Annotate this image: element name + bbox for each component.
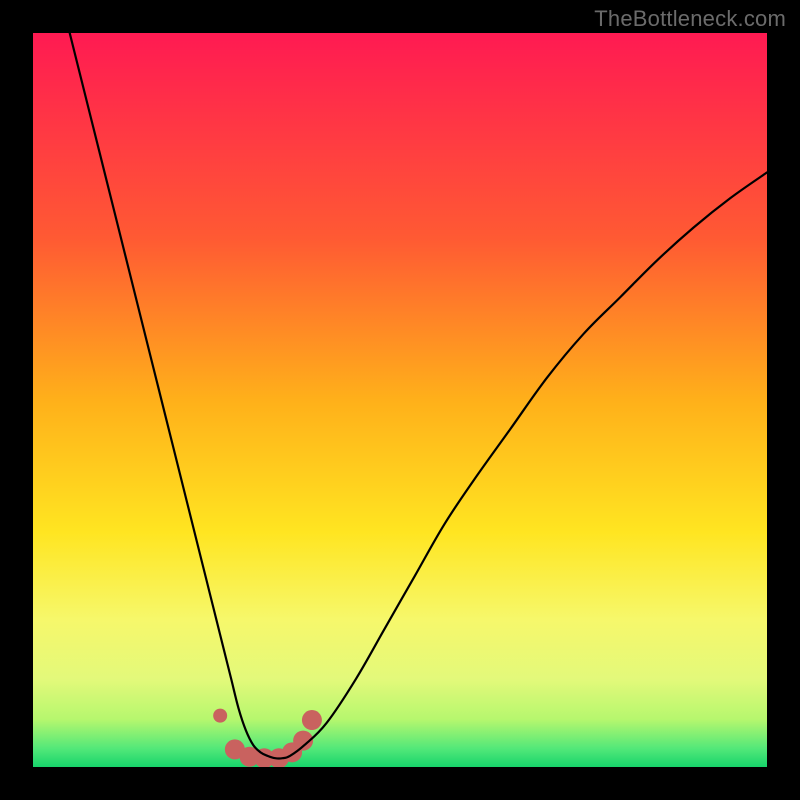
plot-area (33, 33, 767, 767)
optimal-marker (213, 709, 227, 723)
optimal-range-markers (213, 709, 322, 767)
bottleneck-curve (70, 33, 767, 758)
chart-frame: TheBottleneck.com (0, 0, 800, 800)
curve-layer (33, 33, 767, 767)
watermark-text: TheBottleneck.com (594, 6, 786, 32)
optimal-marker (302, 710, 322, 730)
